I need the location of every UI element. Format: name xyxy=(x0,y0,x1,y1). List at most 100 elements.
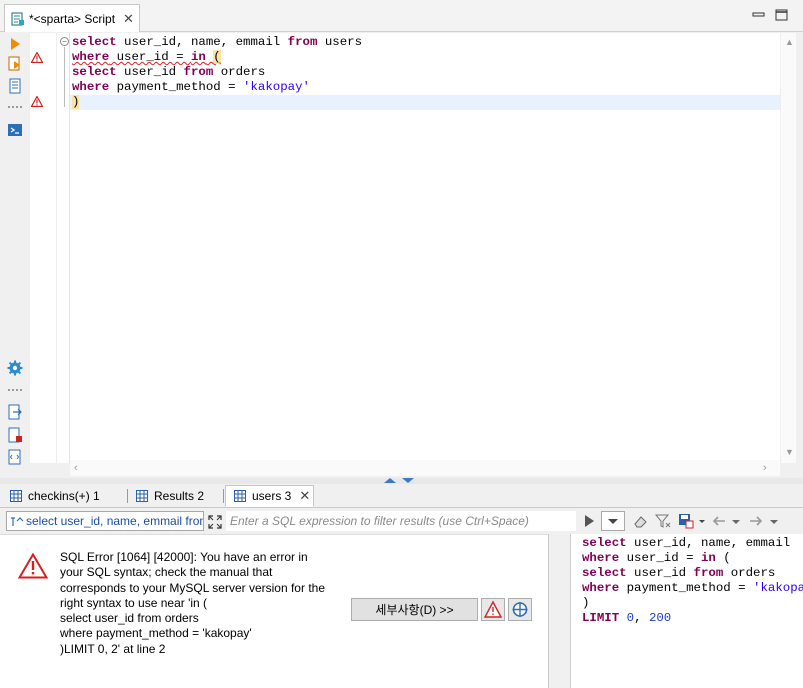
code-line[interactable]: select user_id, name, emmail from users xyxy=(70,35,796,50)
editor-tab-label: *<sparta> Script xyxy=(29,11,116,26)
code-token: user_id = xyxy=(619,551,701,565)
code-token: where xyxy=(72,80,110,94)
code-token: in xyxy=(700,551,716,565)
tab-results[interactable]: Results 2 xyxy=(128,485,224,507)
editor-vertical-scrollbar[interactable]: ▲ ▼ xyxy=(780,33,796,463)
annotation-ruler xyxy=(30,33,56,463)
fold-toggle-icon[interactable]: − xyxy=(60,37,69,46)
grid-icon xyxy=(234,490,246,502)
chevron-down-icon[interactable] xyxy=(769,513,779,529)
warning-icon xyxy=(483,600,503,618)
arrow-right-icon[interactable] xyxy=(748,513,764,529)
code-token: user_id = xyxy=(109,50,191,64)
filter-icon[interactable] xyxy=(655,513,671,529)
editor-tab-script[interactable]: *<sparta> Script ✕ xyxy=(4,4,140,32)
scroll-up-icon[interactable]: ▲ xyxy=(785,37,794,47)
script-icon xyxy=(11,11,24,26)
code-token: orders xyxy=(723,566,776,580)
code-token: orders xyxy=(213,65,266,79)
code-area[interactable]: select user_id, name, emmail from users w… xyxy=(70,35,796,460)
filter-history-dropdown[interactable] xyxy=(601,511,625,531)
code-token: user_id, name, emmail xyxy=(116,35,288,49)
code-token: from xyxy=(287,35,318,49)
error-panel: SQL Error [1064] [42000]: You have an er… xyxy=(0,534,548,688)
fold-range xyxy=(64,47,65,107)
code-token: ( xyxy=(213,50,221,64)
query-line: where payment_method = 'kakopay' xyxy=(582,581,803,596)
maximize-icon[interactable] xyxy=(775,9,788,21)
code-token: LIMIT xyxy=(582,611,620,625)
export-icon[interactable] xyxy=(7,404,23,420)
code-line[interactable]: ) xyxy=(70,95,796,110)
code-token: ) xyxy=(582,596,590,610)
import-icon[interactable] xyxy=(7,427,23,443)
error-message: SQL Error [1064] [42000]: You have an er… xyxy=(60,550,325,656)
warning-icon xyxy=(31,52,43,63)
format-icon[interactable] xyxy=(7,449,23,465)
tab-checkins[interactable]: checkins(+) 1 xyxy=(2,485,128,507)
minimize-icon[interactable] xyxy=(752,9,765,21)
tab-label: Results 2 xyxy=(154,489,205,503)
chevron-down-icon[interactable] xyxy=(731,513,741,529)
editor-tab-bar: *<sparta> Script ✕ xyxy=(0,0,803,32)
scroll-down-icon[interactable]: ▼ xyxy=(785,447,794,457)
code-token: select xyxy=(72,65,117,79)
expand-icon[interactable] xyxy=(207,514,223,530)
code-token: user_id xyxy=(116,65,184,79)
fold-gutter: − xyxy=(56,33,70,463)
panel-divider[interactable] xyxy=(548,534,570,688)
code-token: 200 xyxy=(648,611,672,625)
executed-query-panel: select user_id, name, emmail where user_i… xyxy=(570,534,803,688)
code-token: user_id xyxy=(626,566,694,580)
query-selector[interactable]: select user_id, name, emmail from users xyxy=(6,511,204,531)
code-token: , xyxy=(634,611,649,625)
execute-script-icon[interactable] xyxy=(7,56,23,72)
code-token: 'kakopay' xyxy=(753,581,803,595)
sql-editor[interactable]: − select user_id, name, emmail from user… xyxy=(30,33,796,463)
run-icon[interactable] xyxy=(7,36,23,52)
code-line[interactable]: where payment_method = 'kakopay' xyxy=(70,80,796,95)
scroll-left-icon[interactable]: ‹ xyxy=(74,462,78,474)
play-icon[interactable] xyxy=(583,514,595,528)
code-token: select xyxy=(72,35,117,49)
filter-toolbar: select user_id, name, emmail from users xyxy=(0,508,803,534)
code-line[interactable]: where user_id = in ( xyxy=(70,50,796,65)
eraser-icon[interactable] xyxy=(633,513,649,529)
query-line: select user_id, name, emmail xyxy=(582,536,790,551)
scroll-right-icon[interactable]: › xyxy=(763,462,767,474)
tab-label: users 3 xyxy=(252,489,292,503)
code-token: in xyxy=(190,50,206,64)
query-selector-text: select user_id, name, emmail from users xyxy=(26,514,203,528)
code-token: select xyxy=(582,566,627,580)
terminal-icon[interactable] xyxy=(7,122,23,138)
warning-icon xyxy=(31,96,43,107)
save-icon[interactable] xyxy=(678,513,694,529)
grid-icon xyxy=(10,490,22,502)
tab-users[interactable]: users 3 ✕ xyxy=(225,485,314,507)
query-line: LIMIT 0, 200 xyxy=(582,611,671,626)
close-icon[interactable]: ✕ xyxy=(299,488,310,504)
gear-icon[interactable] xyxy=(7,360,23,376)
splitter-toggle-icon[interactable] xyxy=(382,477,422,484)
crosshair-icon xyxy=(512,602,528,617)
code-line[interactable]: select user_id from orders xyxy=(70,65,796,80)
close-icon[interactable]: ✕ xyxy=(123,12,134,25)
explain-icon[interactable] xyxy=(7,78,23,94)
locate-error-button[interactable] xyxy=(508,598,532,621)
query-line: ) xyxy=(582,596,589,611)
code-token: users xyxy=(317,35,363,49)
filter-expression-input[interactable] xyxy=(226,511,576,531)
code-token: where xyxy=(72,50,110,64)
details-button[interactable]: 세부사항(D) >> xyxy=(351,598,478,621)
code-token: select xyxy=(582,536,627,550)
editor-frame-edge xyxy=(796,33,803,480)
arrow-left-icon[interactable] xyxy=(711,513,727,529)
code-token: 'kakopay' xyxy=(243,80,310,94)
editor-horizontal-scrollbar[interactable]: ‹ › xyxy=(70,460,780,476)
code-token: where xyxy=(582,581,620,595)
chevron-down-icon[interactable] xyxy=(698,513,706,529)
error-log-button[interactable] xyxy=(481,598,505,621)
grid-icon xyxy=(136,490,148,502)
code-token: payment_method = xyxy=(619,581,754,595)
